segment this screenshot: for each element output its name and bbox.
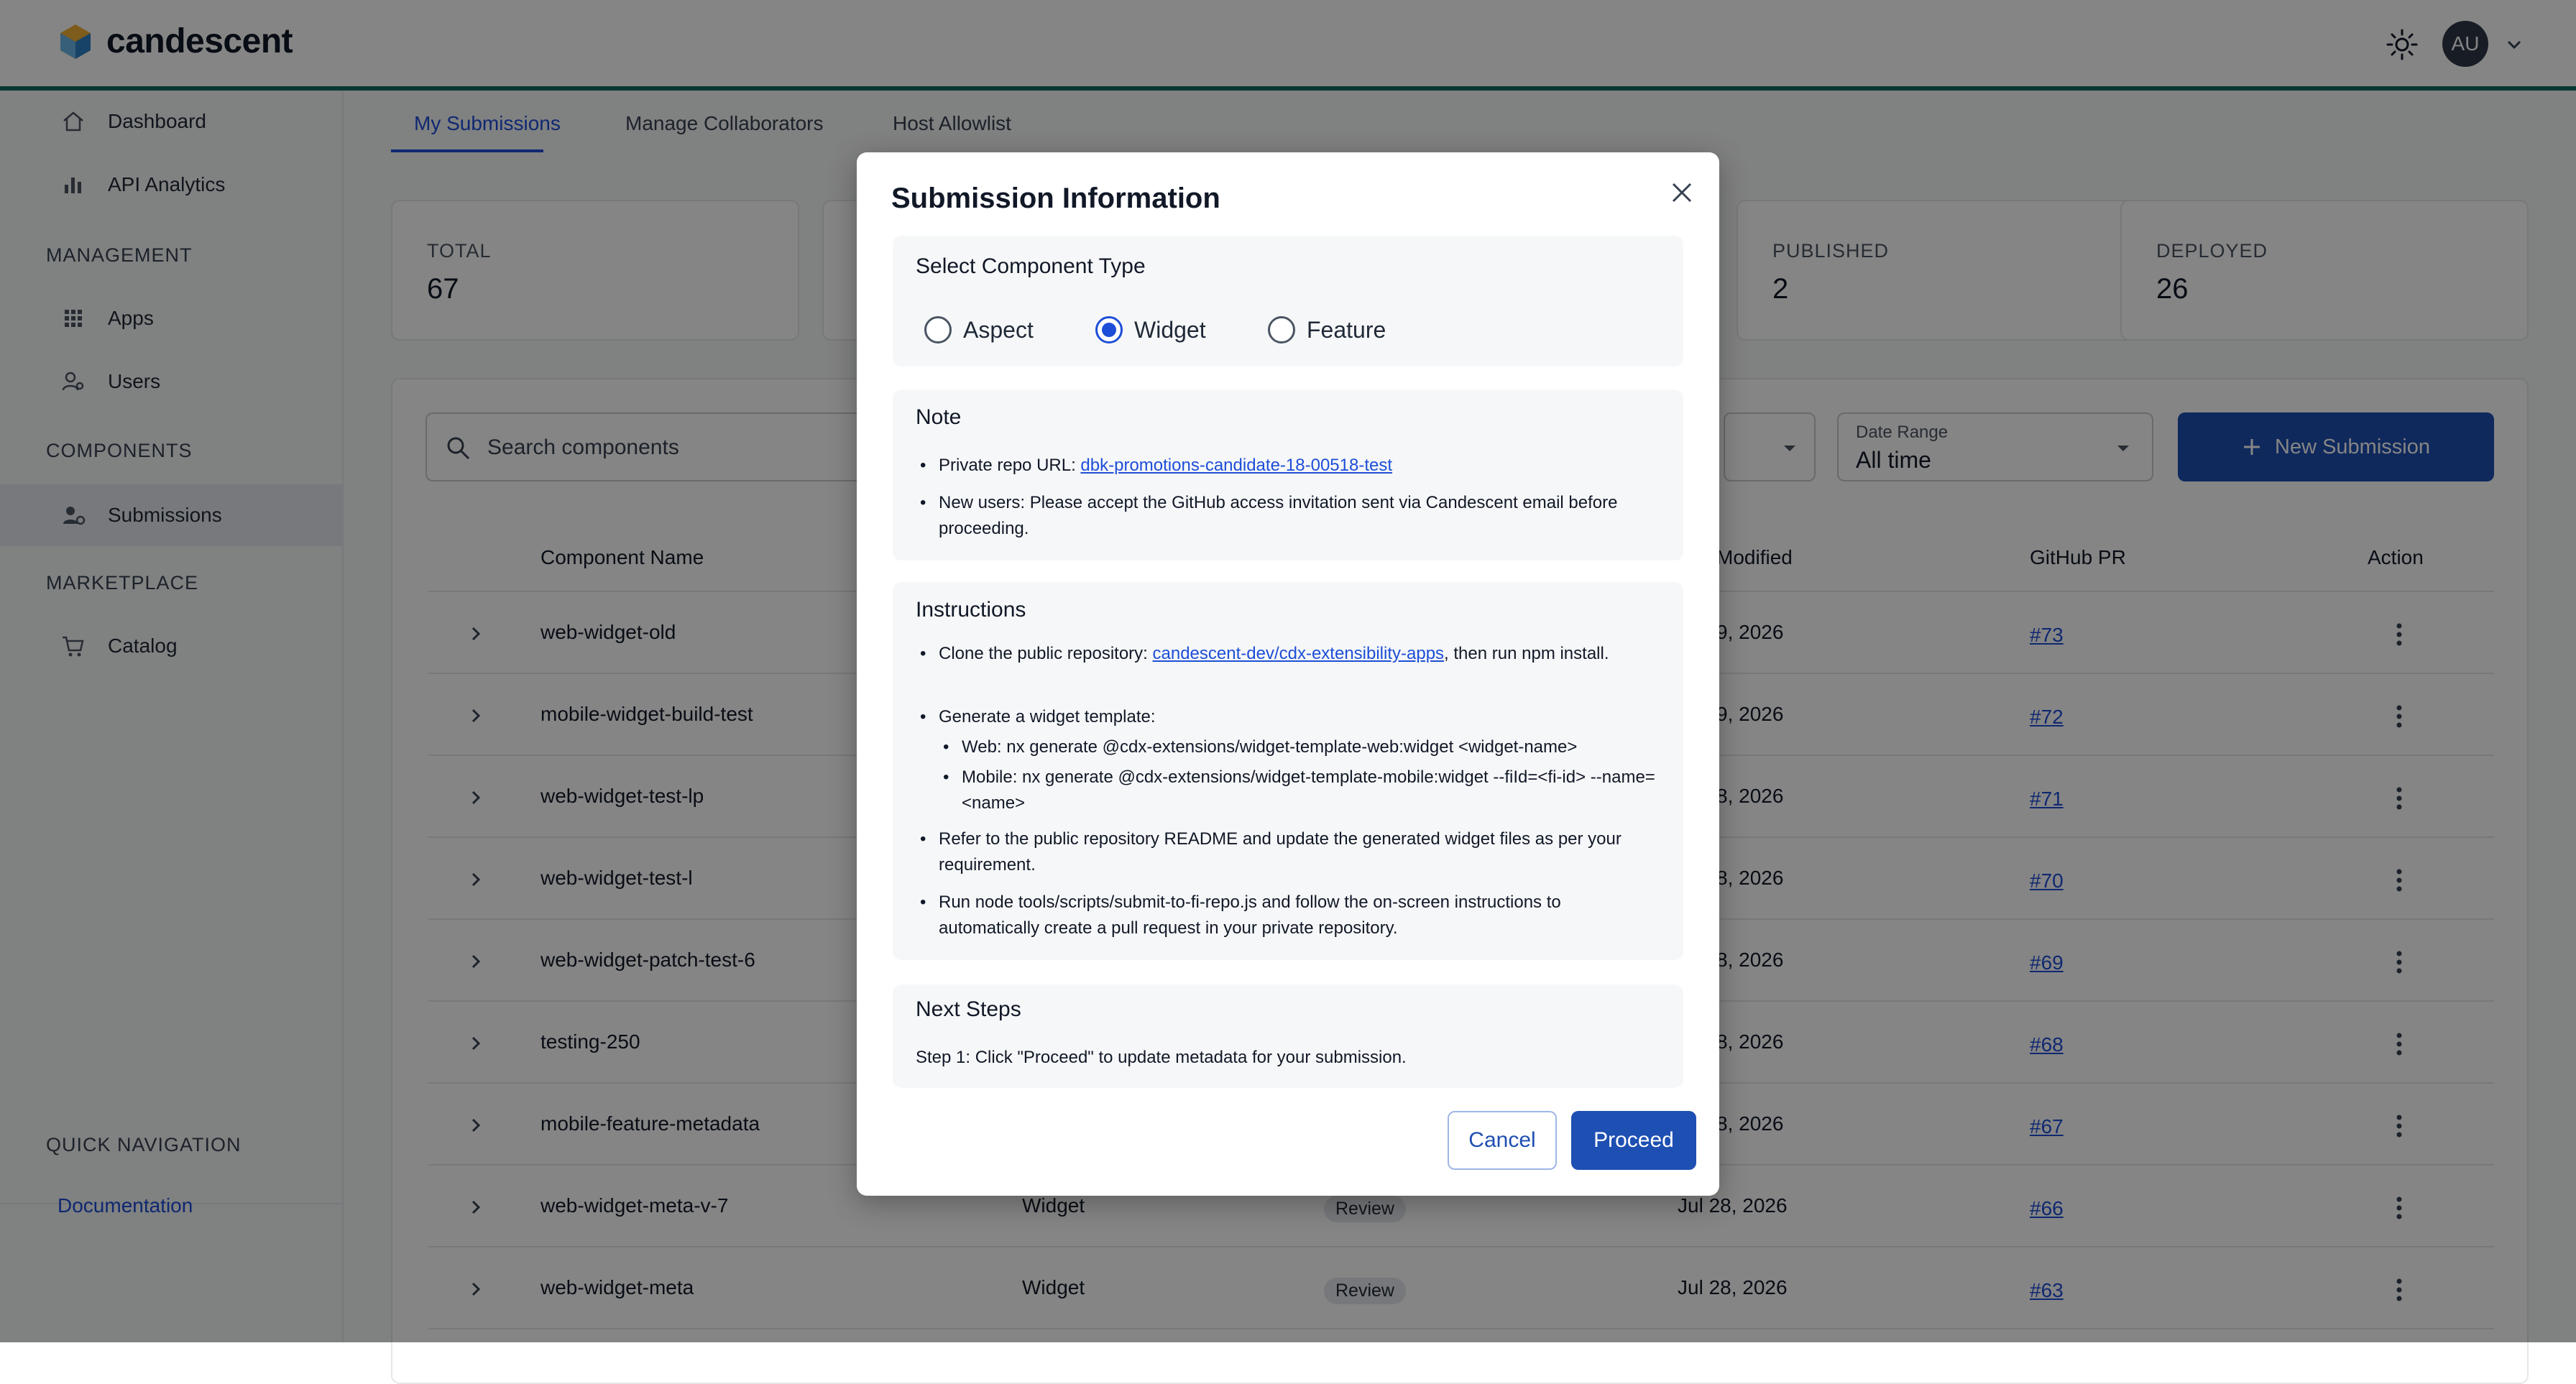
note-users-item: New users: Please accept the GitHub acce…	[916, 490, 1663, 542]
radio-feature[interactable]: Feature	[1268, 316, 1386, 343]
note-repo-item: Private repo URL: dbk-promotions-candida…	[916, 453, 1663, 479]
close-icon[interactable]	[1668, 178, 1696, 207]
radio-circle-selected	[1095, 316, 1123, 343]
instr-clone-item: Clone the public repository: candescent-…	[916, 641, 1663, 667]
instr-web-item: Web: nx generate @cdx-extensions/widget-…	[939, 734, 1657, 760]
instr-run-item: Run node tools/scripts/submit-to-fi-repo…	[916, 890, 1663, 941]
note-title: Note	[916, 405, 962, 429]
instr-mobile-item: Mobile: nx generate @cdx-extensions/widg…	[939, 765, 1657, 816]
next-step-1: Step 1: Click "Proceed" to update metada…	[916, 1048, 1407, 1067]
app-root: candescent AU Dashboard API Analytics MA…	[0, 0, 2576, 1384]
radio-widget[interactable]: Widget	[1095, 316, 1206, 343]
proceed-button[interactable]: Proceed	[1571, 1111, 1696, 1170]
instr-refer-item: Refer to the public repository README an…	[916, 826, 1663, 878]
next-steps-section: Next Steps Step 1: Click "Proceed" to up…	[893, 984, 1683, 1088]
instr-clone-prefix: Clone the public repository:	[939, 644, 1153, 663]
radio-label: Feature	[1307, 316, 1386, 343]
submission-info-modal: Submission Information Select Component …	[857, 152, 1719, 1196]
public-repo-link[interactable]: candescent-dev/cdx-extensibility-apps	[1153, 644, 1445, 663]
radio-label: Widget	[1134, 316, 1206, 343]
modal-title: Submission Information	[891, 183, 1220, 214]
component-type-section: Select Component Type Aspect Widget Feat…	[893, 236, 1683, 366]
instr-generate-item: Generate a widget template:	[916, 704, 1663, 730]
instructions-section: Instructions Clone the public repository…	[893, 582, 1683, 960]
radio-aspect[interactable]: Aspect	[924, 316, 1034, 343]
cancel-button[interactable]: Cancel	[1448, 1111, 1557, 1170]
radio-circle	[924, 316, 952, 343]
private-repo-link[interactable]: dbk-promotions-candidate-18-00518-test	[1080, 456, 1392, 475]
component-type-title: Select Component Type	[916, 254, 1146, 278]
radio-label: Aspect	[963, 316, 1034, 343]
note-section: Note Private repo URL: dbk-promotions-ca…	[893, 389, 1683, 560]
next-steps-title: Next Steps	[916, 997, 1021, 1021]
note-repo-prefix: Private repo URL:	[939, 456, 1081, 475]
radio-circle	[1268, 316, 1295, 343]
instr-clone-suffix: , then run npm install.	[1444, 644, 1609, 663]
instructions-title: Instructions	[916, 598, 1026, 622]
